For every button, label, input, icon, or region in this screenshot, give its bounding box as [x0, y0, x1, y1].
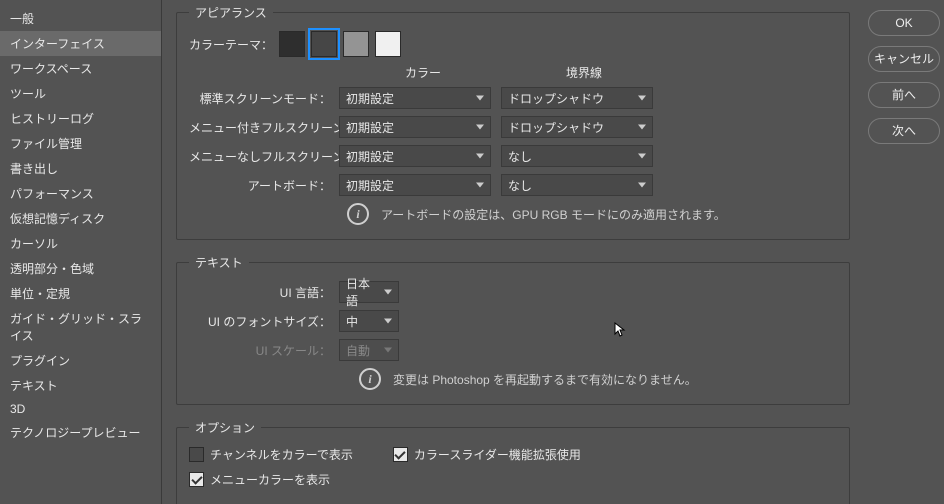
color-select[interactable]: 初期設定	[339, 87, 491, 109]
text-group: テキスト UI 言語： 日本語 UI のフォントサイズ： 中 UI スケール： …	[176, 254, 850, 405]
info-icon: i	[359, 368, 381, 390]
sidebar-item[interactable]: プラグイン	[0, 348, 161, 373]
sidebar-item[interactable]: インターフェイス	[0, 31, 161, 56]
ui-scale-select: 自動	[339, 339, 399, 361]
color-theme-swatches	[279, 31, 401, 57]
border-select[interactable]: なし	[501, 174, 653, 196]
sidebar: 一般インターフェイスワークスペースツールヒストリーログファイル管理書き出しパフォ…	[0, 0, 162, 504]
color-select[interactable]: 初期設定	[339, 145, 491, 167]
screen-mode-label: メニューなしフルスクリーン：	[189, 148, 339, 165]
screen-mode-rows: 標準スクリーンモード：初期設定ドロップシャドウメニュー付きフルスクリーン：初期設…	[189, 87, 837, 196]
ui-font-select[interactable]: 中	[339, 310, 399, 332]
channel-color-checkbox[interactable]: チャンネルをカラーで表示	[189, 446, 353, 463]
appearance-info: アートボードの設定は、GPU RGB モードにのみ適用されます。	[381, 206, 726, 223]
sidebar-item[interactable]: 単位・定規	[0, 281, 161, 306]
header-color: カラー	[347, 64, 499, 81]
header-border: 境界線	[509, 64, 659, 81]
sidebar-item[interactable]: 3D	[0, 398, 161, 420]
sidebar-item[interactable]: 書き出し	[0, 156, 161, 181]
sidebar-item[interactable]: 仮想記憶ディスク	[0, 206, 161, 231]
screen-mode-label: メニュー付きフルスクリーン：	[189, 119, 339, 136]
color-theme-label: カラーテーマ：	[189, 36, 279, 53]
color-select[interactable]: 初期設定	[339, 174, 491, 196]
color-theme-swatch[interactable]	[343, 31, 369, 57]
options-group: オプション チャンネルをカラーで表示 カラースライダー機能拡張使用 メニューカラ…	[176, 419, 850, 504]
sidebar-item[interactable]: ガイド・グリッド・スライス	[0, 306, 161, 348]
menu-color-checkbox[interactable]: メニューカラーを表示	[189, 471, 330, 488]
sidebar-item[interactable]: パフォーマンス	[0, 181, 161, 206]
border-select[interactable]: なし	[501, 145, 653, 167]
screen-mode-label: アートボード：	[189, 177, 339, 194]
color-slider-checkbox[interactable]: カラースライダー機能拡張使用	[393, 446, 581, 463]
sidebar-item[interactable]: 透明部分・色域	[0, 256, 161, 281]
sidebar-item[interactable]: テキスト	[0, 373, 161, 398]
color-theme-swatch[interactable]	[311, 31, 337, 57]
border-select[interactable]: ドロップシャドウ	[501, 116, 653, 138]
color-theme-swatch[interactable]	[279, 31, 305, 57]
dialog-buttons: OK キャンセル 前へ 次へ	[864, 0, 944, 504]
sidebar-item[interactable]: ツール	[0, 81, 161, 106]
info-icon: i	[347, 203, 369, 225]
cancel-button[interactable]: キャンセル	[868, 46, 940, 72]
ui-lang-select[interactable]: 日本語	[339, 281, 399, 303]
prev-button[interactable]: 前へ	[868, 82, 940, 108]
ui-scale-label: UI スケール：	[189, 342, 339, 359]
main-panel: アピアランス カラーテーマ： カラー 境界線 標準スクリーンモード：初期設定ドロ…	[162, 0, 864, 504]
ok-button[interactable]: OK	[868, 10, 940, 36]
ui-font-label: UI のフォントサイズ：	[189, 313, 339, 330]
next-button[interactable]: 次へ	[868, 118, 940, 144]
sidebar-item[interactable]: ファイル管理	[0, 131, 161, 156]
sidebar-item[interactable]: テクノロジープレビュー	[0, 420, 161, 445]
appearance-legend: アピアランス	[189, 4, 273, 21]
text-info: 変更は Photoshop を再起動するまで有効になりません。	[393, 371, 697, 388]
appearance-group: アピアランス カラーテーマ： カラー 境界線 標準スクリーンモード：初期設定ドロ…	[176, 4, 850, 240]
sidebar-item[interactable]: 一般	[0, 6, 161, 31]
options-legend: オプション	[189, 419, 261, 436]
screen-mode-label: 標準スクリーンモード：	[189, 90, 339, 107]
color-theme-swatch[interactable]	[375, 31, 401, 57]
color-select[interactable]: 初期設定	[339, 116, 491, 138]
sidebar-item[interactable]: カーソル	[0, 231, 161, 256]
border-select[interactable]: ドロップシャドウ	[501, 87, 653, 109]
ui-lang-label: UI 言語：	[189, 284, 339, 301]
text-legend: テキスト	[189, 254, 249, 271]
sidebar-item[interactable]: ヒストリーログ	[0, 106, 161, 131]
sidebar-item[interactable]: ワークスペース	[0, 56, 161, 81]
